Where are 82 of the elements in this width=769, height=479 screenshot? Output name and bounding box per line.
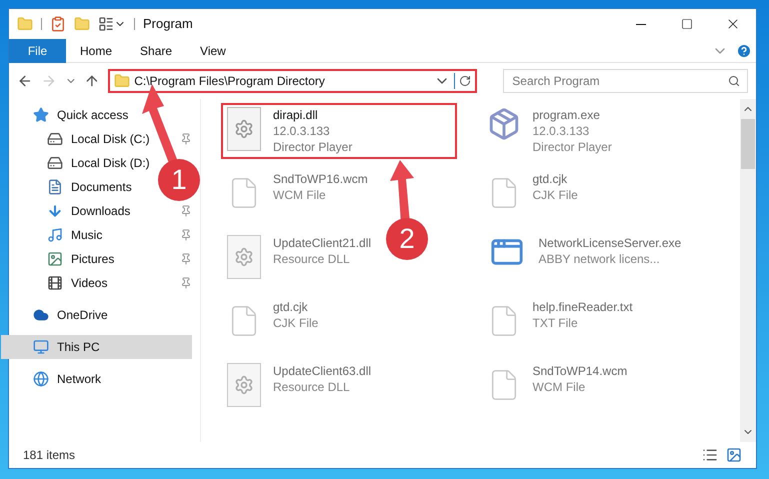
drive-icon: [47, 155, 63, 171]
file-name: help.fineReader.txt: [532, 299, 633, 315]
help-icon[interactable]: [736, 42, 752, 58]
picture-icon: [47, 251, 63, 267]
scroll-thumb[interactable]: [741, 119, 755, 169]
pin-icon[interactable]: [180, 205, 192, 217]
ribbon-tab[interactable]: View: [186, 38, 240, 62]
large-icons-view-icon[interactable]: [726, 447, 742, 463]
pin-icon[interactable]: [180, 133, 192, 145]
maximize-icon: [681, 18, 693, 30]
back-icon[interactable]: [17, 73, 33, 89]
ribbon-tab[interactable]: Home: [66, 38, 126, 62]
file-detail: 12.0.3.133: [273, 123, 331, 139]
refresh-icon[interactable]: [459, 75, 472, 87]
file-detail: TXT File: [532, 315, 579, 331]
download-icon: [47, 203, 63, 219]
file-name: NetworkLicenseServer.exe: [538, 235, 682, 251]
window-title: Program: [143, 15, 193, 34]
nav-item[interactable]: Network: [1, 367, 110, 391]
file-detail: Director Player: [273, 139, 352, 155]
file-name: dirapi.dll: [273, 107, 319, 123]
folder-icon: [114, 73, 130, 89]
cloud-icon: [33, 307, 49, 323]
file-name: UpdateClient21.dll: [273, 235, 372, 251]
nav-item[interactable]: Quick access: [1, 103, 136, 127]
nav-item[interactable]: Local Disk (D:): [9, 151, 158, 175]
nav-item[interactable]: Downloads: [9, 199, 138, 223]
file-detail: CJK File: [532, 187, 578, 203]
file-detail: ABBY network licens...: [538, 251, 661, 267]
nav-item[interactable]: OneDrive: [1, 303, 116, 327]
file-name: SndToWP14.wcm: [532, 363, 628, 379]
file-item[interactable]: program.exe 12.0.3.133 Director Player: [480, 103, 618, 159]
file-name: UpdateClient63.dll: [273, 363, 372, 379]
file-item[interactable]: gtd.cjk CJK File: [480, 167, 584, 223]
search-field[interactable]: Search Program: [503, 69, 748, 93]
scrollbar[interactable]: [740, 99, 756, 442]
file-name: program.exe: [532, 107, 601, 123]
file-detail: WCM File: [532, 379, 586, 395]
file-item[interactable]: UpdateClient21.dll Resource DLL: [221, 231, 378, 287]
nav-item[interactable]: Pictures: [9, 247, 122, 271]
checklist-icon[interactable]: [50, 16, 66, 32]
file-detail: WCM File: [273, 187, 327, 203]
monitor-icon: [33, 339, 49, 355]
file-detail: 12.0.3.133: [532, 123, 590, 139]
item-count: 181 items: [23, 447, 76, 464]
gear-file-icon: [227, 107, 261, 151]
network-icon: [33, 371, 49, 387]
details-view-icon[interactable]: [702, 447, 718, 463]
search-icon: [728, 75, 740, 87]
file-name: gtd.cjk: [273, 299, 309, 315]
file-item[interactable]: UpdateClient63.dll Resource DLL: [221, 359, 378, 415]
pin-icon[interactable]: [180, 229, 192, 241]
document-icon: [47, 179, 63, 195]
star-icon: [33, 107, 49, 123]
gear-file-icon: [227, 235, 261, 279]
ribbon-tab[interactable]: File: [9, 38, 66, 62]
pin-icon[interactable]: [180, 253, 192, 265]
file-item[interactable]: help.fineReader.txt TXT File: [480, 295, 639, 351]
properties-icon[interactable]: [98, 16, 114, 32]
nav-item[interactable]: Documents: [9, 175, 140, 199]
file-detail: CJK File: [273, 315, 318, 331]
gear-file-icon: [227, 363, 261, 407]
pin-icon[interactable]: [180, 277, 192, 289]
file-name: SndToWP16.wcm: [273, 171, 368, 187]
nav-item[interactable]: Local Disk (C:): [9, 127, 158, 151]
file-detail: Director Player: [532, 139, 612, 155]
file-item[interactable]: SndToWP16.wcm WCM File: [221, 167, 374, 223]
file-name: gtd.cjk: [532, 171, 568, 187]
nav-item[interactable]: This PC: [1, 335, 192, 359]
file-detail: Resource DLL: [273, 251, 351, 267]
nav-item[interactable]: Videos: [9, 271, 116, 295]
file-item[interactable]: gtd.cjk CJK File: [221, 295, 324, 351]
file-item[interactable]: SndToWP14.wcm WCM File: [480, 359, 634, 415]
nav-item[interactable]: Music: [9, 223, 110, 247]
address-field[interactable]: C:\Program Files\Program Directory: [108, 69, 478, 93]
file-item[interactable]: dirapi.dll 12.0.3.133 Director Player: [221, 103, 457, 159]
file-detail: Resource DLL: [273, 379, 351, 395]
drive-icon: [47, 131, 63, 147]
music-icon: [47, 227, 63, 243]
file-item[interactable]: NetworkLicenseServer.exe ABBY network licens...: [480, 231, 688, 287]
ribbon-tab[interactable]: Share: [126, 38, 186, 62]
film-icon: [47, 275, 63, 291]
